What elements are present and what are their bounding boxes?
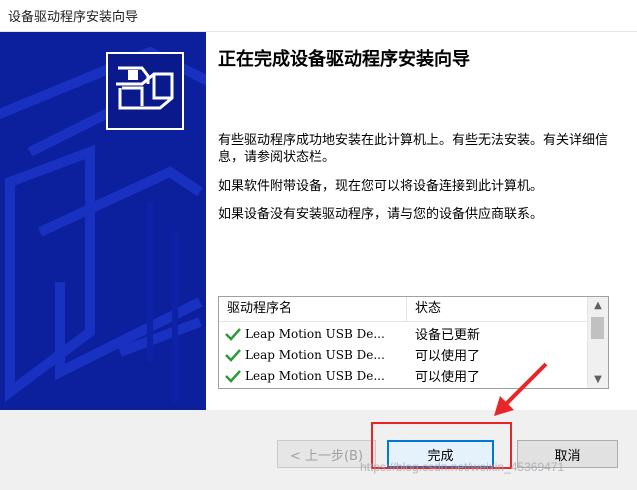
column-header-status[interactable]: 状态 bbox=[407, 297, 441, 321]
driver-status: 可以使用了 bbox=[415, 349, 481, 364]
list-item[interactable]: Leap Motion USB De... 设备已更新 bbox=[219, 323, 589, 344]
page-title: 正在完成设备驱动程序安装向导 bbox=[218, 49, 470, 70]
watermark: https://blog.csdn.net/weixin_45369471 bbox=[360, 460, 565, 474]
wizard-content: 正在完成设备驱动程序安装向导 有些驱动程序成功地安装在此计算机上。有些无法安装。… bbox=[0, 32, 637, 410]
driver-name-cell: Leap Motion USB De... bbox=[219, 348, 407, 362]
device-driver-icon bbox=[106, 52, 184, 130]
driver-name: Leap Motion USB De... bbox=[245, 368, 385, 383]
driver-list[interactable]: 驱动程序名 状态 Leap Motion USB De... 设备已更新 Lea… bbox=[218, 296, 609, 389]
annotation-arrow-icon bbox=[494, 362, 548, 416]
check-icon bbox=[225, 369, 241, 383]
vertical-scrollbar[interactable]: ▲ ▼ bbox=[587, 297, 608, 388]
driver-name: Leap Motion USB De... bbox=[245, 326, 385, 341]
check-icon bbox=[225, 348, 241, 362]
scroll-down-icon[interactable]: ▼ bbox=[588, 371, 608, 388]
contact-vendor-text: 如果设备没有安装驱动程序，请与您的设备供应商联系。 bbox=[218, 207, 544, 222]
driver-name-cell: Leap Motion USB De... bbox=[219, 369, 407, 383]
wizard-banner bbox=[0, 32, 206, 410]
driver-name: Leap Motion USB De... bbox=[245, 347, 385, 362]
column-header-driver-name[interactable]: 驱动程序名 bbox=[219, 297, 407, 321]
driver-name-cell: Leap Motion USB De... bbox=[219, 327, 407, 341]
window-title: 设备驱动程序安装向导 bbox=[8, 10, 139, 25]
driver-list-header: 驱动程序名 状态 bbox=[219, 297, 589, 322]
title-bar: 设备驱动程序安装向导 bbox=[0, 0, 637, 32]
check-icon bbox=[225, 327, 241, 341]
scroll-up-icon[interactable]: ▲ bbox=[588, 297, 608, 314]
wizard-footer: < 上一步(B) 完成 取消 bbox=[0, 410, 637, 490]
driver-status: 可以使用了 bbox=[415, 370, 481, 385]
scroll-thumb[interactable] bbox=[591, 317, 604, 339]
driver-status: 设备已更新 bbox=[415, 328, 481, 343]
connect-device-text: 如果软件附带设备，现在您可以将设备连接到此计算机。 bbox=[218, 179, 544, 194]
status-description: 有些驱动程序成功地安装在此计算机上。有些无法安装。有关详细信息，请参阅状态栏。 bbox=[218, 133, 609, 165]
